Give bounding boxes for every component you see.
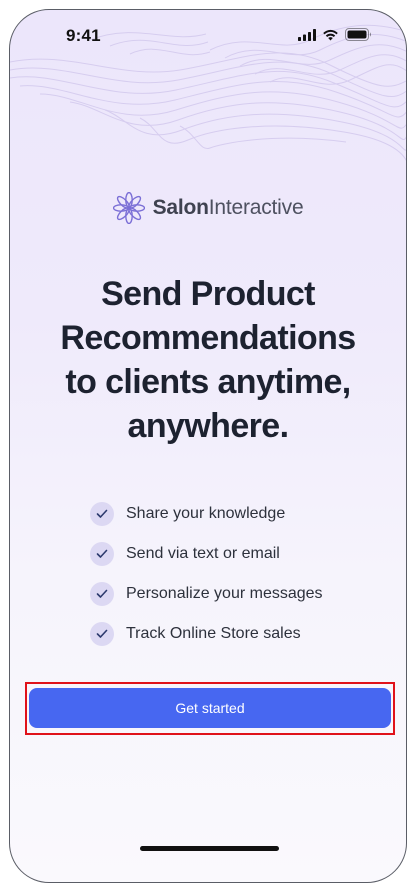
check-icon — [90, 502, 114, 526]
brand-name: SalonInteractive — [153, 196, 304, 220]
brand-name-part2: Interactive — [208, 196, 304, 219]
feature-label: Personalize your messages — [126, 585, 323, 602]
feature-label: Share your knowledge — [126, 505, 286, 522]
check-icon — [90, 542, 114, 566]
battery-icon — [345, 28, 371, 41]
feature-label: Send via text or email — [126, 545, 280, 562]
brand-name-part1: Salon — [152, 196, 209, 219]
feature-label: Track Online Store sales — [126, 625, 301, 642]
feature-list: Share your knowledge Send via text or em… — [90, 494, 323, 654]
headline-line-3: to clients anytime, — [65, 363, 351, 401]
feature-item: Personalize your messages — [90, 574, 323, 614]
wifi-icon — [323, 29, 338, 40]
status-bar: 9:41 — [10, 10, 406, 62]
get-started-button[interactable]: Get started — [29, 688, 391, 728]
brand-logo: SalonInteractive — [10, 192, 406, 224]
status-icons — [298, 28, 372, 41]
signal-icon — [298, 28, 316, 41]
home-indicator[interactable] — [140, 846, 279, 851]
feature-item: Track Online Store sales — [90, 614, 323, 654]
asterisk-flower-logo-icon — [112, 192, 145, 224]
headline-line-4: anywhere. — [127, 407, 290, 445]
phone-frame: 9:41 SalonInteractive Send Product Recom… — [9, 9, 407, 883]
page-title: Send Product Recommendations to clients … — [10, 272, 406, 448]
status-time: 9:41 — [66, 26, 101, 45]
headline-line-2: Recommendations — [60, 319, 356, 357]
check-icon — [90, 622, 114, 646]
headline-line-1: Send Product — [101, 275, 315, 313]
check-icon — [90, 582, 114, 606]
feature-item: Send via text or email — [90, 534, 323, 574]
feature-item: Share your knowledge — [90, 494, 323, 534]
